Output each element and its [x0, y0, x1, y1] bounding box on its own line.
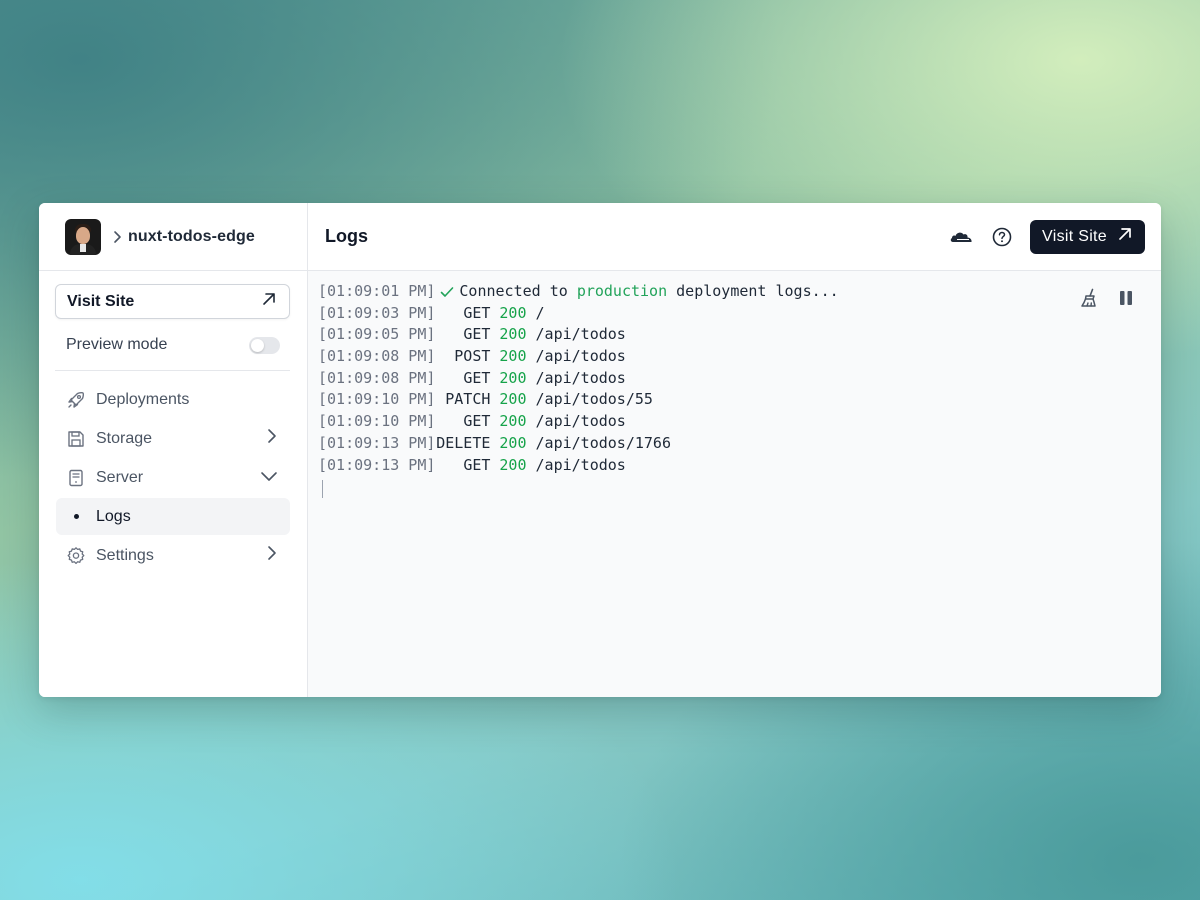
log-status: 200	[499, 433, 527, 452]
log-line-connected: [01:09:01 PM] Connected to production de…	[318, 281, 1161, 303]
log-line: [01:09:10 PM] GET 200 /api/todos	[318, 411, 1161, 433]
console-tools	[1079, 287, 1137, 309]
chevron-right-icon	[112, 230, 122, 244]
log-method: DELETE	[436, 433, 491, 452]
log-line: [01:09:08 PM] GET 200 /api/todos	[318, 368, 1161, 390]
arrow-up-right-icon	[1117, 226, 1133, 247]
log-status: 200	[499, 412, 527, 431]
gear-icon	[66, 546, 86, 566]
log-path: /api/todos	[535, 412, 626, 431]
clear-logs-icon[interactable]	[1079, 287, 1101, 309]
log-timestamp: [01:09:08 PM]	[318, 347, 436, 366]
sidebar-item-logs[interactable]: Logs	[56, 498, 290, 535]
cloudflare-icon[interactable]	[948, 224, 974, 250]
main-header: Logs Visit Site	[308, 203, 1161, 271]
sidebar-item-label: Server	[96, 468, 144, 486]
log-method: PATCH	[445, 390, 491, 409]
project-breadcrumb: nuxt-todos-edge	[39, 203, 307, 271]
log-path: /api/todos/1766	[535, 433, 671, 452]
bullet-icon	[66, 507, 86, 527]
rocket-icon	[66, 390, 86, 410]
log-timestamp: [01:09:10 PM]	[318, 390, 436, 409]
sidebar-item-label: Storage	[96, 429, 153, 447]
log-path: /	[535, 303, 545, 322]
toggle-knob	[251, 338, 264, 352]
log-line: [01:09:05 PM] GET 200 /api/todos	[318, 324, 1161, 346]
log-status: 200	[499, 303, 527, 322]
avatar[interactable]	[65, 218, 101, 255]
sidebar-item-label: Logs	[96, 507, 131, 525]
log-line: [01:09:08 PM] POST 200 /api/todos	[318, 346, 1161, 368]
log-method: GET	[463, 412, 491, 431]
chevron-down-icon	[260, 469, 278, 487]
floppy-disk-icon	[66, 429, 86, 449]
log-cursor	[322, 480, 323, 499]
app-window: nuxt-todos-edge Visit Site Preview mode …	[39, 203, 1161, 697]
log-message-prefix: Connected to	[459, 282, 568, 300]
log-environment: production	[576, 282, 668, 300]
sidebar-item-settings[interactable]: Settings	[56, 537, 290, 574]
log-path: /api/todos	[535, 347, 626, 366]
preview-mode-row: Preview mode	[66, 333, 280, 357]
sidebar-nav: Deployments Storage Server Logs Settings	[56, 381, 290, 576]
header-visit-site-button[interactable]: Visit Site	[1030, 219, 1145, 254]
log-line: [01:09:13 PM] DELETE 200 /api/todos/1766	[318, 433, 1161, 455]
log-method: GET	[463, 303, 491, 322]
log-line: [01:09:13 PM] GET 200 /api/todos	[318, 455, 1161, 477]
log-path: /api/todos	[535, 325, 626, 344]
chevron-right-icon	[266, 545, 278, 566]
sidebar-item-label: Settings	[96, 546, 154, 564]
log-timestamp: [01:09:01 PM]	[318, 282, 436, 300]
log-method: GET	[463, 368, 491, 387]
log-timestamp: [01:09:03 PM]	[318, 303, 436, 322]
log-status: 200	[499, 390, 527, 409]
sidebar-item-server[interactable]: Server	[56, 459, 290, 496]
log-method: GET	[463, 325, 491, 344]
visit-site-label: Visit Site	[67, 292, 135, 310]
visit-site-label: Visit Site	[1042, 227, 1107, 245]
sidebar-visit-site-button[interactable]: Visit Site	[55, 284, 290, 319]
pause-icon[interactable]	[1115, 287, 1137, 309]
log-message-suffix: deployment logs...	[676, 282, 839, 300]
sidebar: nuxt-todos-edge Visit Site Preview mode …	[39, 203, 308, 697]
log-timestamp: [01:09:08 PM]	[318, 368, 436, 387]
log-timestamp: [01:09:13 PM]	[318, 433, 436, 452]
log-status: 200	[499, 325, 527, 344]
log-method: POST	[454, 347, 491, 366]
server-icon	[66, 468, 86, 488]
log-line: [01:09:10 PM] PATCH 200 /api/todos/55	[318, 389, 1161, 411]
help-icon[interactable]	[989, 224, 1015, 250]
arrow-up-right-icon	[261, 291, 277, 312]
log-timestamp: [01:09:10 PM]	[318, 412, 436, 431]
project-name[interactable]: nuxt-todos-edge	[128, 228, 255, 246]
preview-mode-label: Preview mode	[66, 336, 168, 353]
log-method: GET	[463, 455, 491, 474]
log-path: /api/todos	[535, 368, 626, 387]
log-console[interactable]: [01:09:01 PM] Connected to production de…	[308, 271, 1161, 697]
check-icon	[435, 281, 459, 303]
log-path: /api/todos	[535, 455, 626, 474]
sidebar-item-storage[interactable]: Storage	[56, 420, 290, 457]
sidebar-item-label: Deployments	[96, 390, 190, 408]
main-panel: Logs Visit Site [01:09:01 PM] Connected	[308, 203, 1161, 697]
log-status: 200	[499, 455, 527, 474]
log-timestamp: [01:09:05 PM]	[318, 325, 436, 344]
log-timestamp: [01:09:13 PM]	[318, 455, 436, 474]
page-title: Logs	[325, 226, 368, 246]
sidebar-item-deployments[interactable]: Deployments	[56, 381, 290, 418]
sidebar-divider	[55, 370, 290, 371]
preview-mode-toggle[interactable]	[249, 336, 280, 354]
chevron-right-icon	[266, 428, 278, 449]
log-status: 200	[499, 368, 527, 387]
log-path: /api/todos/55	[535, 390, 653, 409]
log-status: 200	[499, 347, 527, 366]
log-line: [01:09:03 PM] GET 200 /	[318, 303, 1161, 325]
